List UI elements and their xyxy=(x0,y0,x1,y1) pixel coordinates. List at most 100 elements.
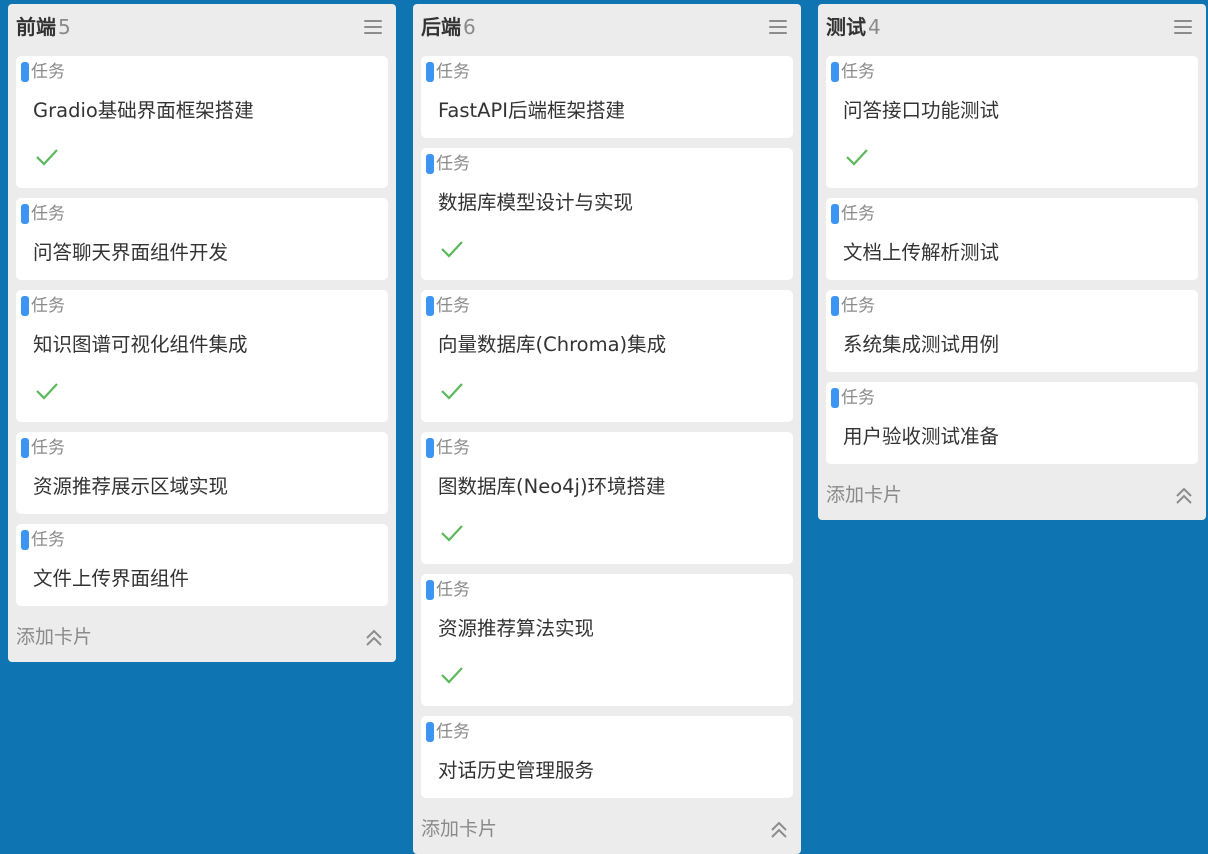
tag-label: 任务 xyxy=(436,580,470,600)
task-card[interactable]: 任务 Gradio基础界面框架搭建 xyxy=(16,56,388,188)
card-tag: 任务 xyxy=(21,294,65,318)
card-title: 问答聊天界面组件开发 xyxy=(33,241,229,264)
task-card[interactable]: 任务 问答聊天界面组件开发 xyxy=(16,198,388,280)
task-card[interactable]: 任务 FastAPI后端框架搭建 xyxy=(421,56,793,138)
card-tag: 任务 xyxy=(21,436,65,460)
task-card[interactable]: 任务 知识图谱可视化组件集成 xyxy=(16,290,388,422)
card-title: 问答接口功能测试 xyxy=(843,99,1000,122)
chevron-double-up-icon[interactable] xyxy=(769,821,789,839)
card-tag: 任务 xyxy=(426,60,470,84)
tag-label: 任务 xyxy=(841,204,875,224)
card-tag: 任务 xyxy=(426,578,470,602)
card-title: 资源推荐算法实现 xyxy=(438,617,595,640)
card-tag: 任务 xyxy=(426,436,470,460)
tag-label: 任务 xyxy=(841,296,875,316)
add-card-button[interactable]: 添加卡片 xyxy=(421,816,497,842)
chevron-double-up-icon[interactable] xyxy=(1174,487,1194,505)
tag-color-bar xyxy=(426,154,434,174)
column-title-text: 前端 xyxy=(16,15,56,39)
card-list: 任务 问答接口功能测试 任务 文档上传解析测试 任务 系统集成测试用例 任务 用… xyxy=(826,56,1198,464)
tag-label: 任务 xyxy=(841,62,875,82)
card-title: 文件上传界面组件 xyxy=(33,567,190,590)
tag-label: 任务 xyxy=(436,296,470,316)
card-tag: 任务 xyxy=(21,60,65,84)
tag-color-bar xyxy=(21,438,29,458)
card-tag: 任务 xyxy=(426,294,470,318)
tag-label: 任务 xyxy=(436,438,470,458)
tag-color-bar xyxy=(21,530,29,550)
column-frontend: 前端 5 任务 Gradio基础界面框架搭建 任务 问答聊天界面组件开发 任务 … xyxy=(8,4,396,662)
task-card[interactable]: 任务 用户验收测试准备 xyxy=(826,382,1198,464)
tag-color-bar xyxy=(426,296,434,316)
menu-icon[interactable] xyxy=(769,20,787,34)
task-card[interactable]: 任务 文档上传解析测试 xyxy=(826,198,1198,280)
tag-label: 任务 xyxy=(31,296,65,316)
check-icon xyxy=(846,149,868,166)
tag-color-bar xyxy=(21,204,29,224)
check-icon xyxy=(36,149,58,166)
card-title: 系统集成测试用例 xyxy=(843,333,1000,356)
task-card[interactable]: 任务 数据库模型设计与实现 xyxy=(421,148,793,280)
tag-label: 任务 xyxy=(436,62,470,82)
card-tag: 任务 xyxy=(831,294,875,318)
card-tag: 任务 xyxy=(831,60,875,84)
tag-color-bar xyxy=(831,62,839,82)
tag-color-bar xyxy=(21,296,29,316)
add-card-button[interactable]: 添加卡片 xyxy=(826,482,902,508)
tag-color-bar xyxy=(426,722,434,742)
tag-label: 任务 xyxy=(31,530,65,550)
card-tag: 任务 xyxy=(831,386,875,410)
tag-color-bar xyxy=(831,388,839,408)
check-icon xyxy=(36,383,58,400)
column-header: 前端 5 xyxy=(16,4,388,56)
column-count: 6 xyxy=(463,15,476,39)
card-list: 任务 Gradio基础界面框架搭建 任务 问答聊天界面组件开发 任务 知识图谱可… xyxy=(16,56,388,606)
task-card[interactable]: 任务 资源推荐算法实现 xyxy=(421,574,793,706)
card-tag: 任务 xyxy=(426,152,470,176)
check-icon xyxy=(441,241,463,258)
task-card[interactable]: 任务 问答接口功能测试 xyxy=(826,56,1198,188)
card-title: 图数据库(Neo4j)环境搭建 xyxy=(438,475,666,498)
card-title: 数据库模型设计与实现 xyxy=(438,191,634,214)
task-card[interactable]: 任务 文件上传界面组件 xyxy=(16,524,388,606)
card-title: 向量数据库(Chroma)集成 xyxy=(438,333,667,356)
column-header: 测试 4 xyxy=(826,4,1198,56)
card-list: 任务 FastAPI后端框架搭建 任务 数据库模型设计与实现 任务 向量数据库(… xyxy=(421,56,793,798)
tag-color-bar xyxy=(426,438,434,458)
card-title: 资源推荐展示区域实现 xyxy=(33,475,229,498)
chevron-double-up-icon[interactable] xyxy=(364,629,384,647)
tag-color-bar xyxy=(831,296,839,316)
menu-icon[interactable] xyxy=(1174,20,1192,34)
tag-color-bar xyxy=(426,580,434,600)
task-card[interactable]: 任务 对话历史管理服务 xyxy=(421,716,793,798)
card-title: 文档上传解析测试 xyxy=(843,241,1000,264)
card-title: FastAPI后端框架搭建 xyxy=(438,99,626,122)
check-icon xyxy=(441,525,463,542)
column-footer: 添加卡片 xyxy=(826,474,1198,520)
task-card[interactable]: 任务 向量数据库(Chroma)集成 xyxy=(421,290,793,422)
tag-label: 任务 xyxy=(31,204,65,224)
column-title[interactable]: 前端 5 xyxy=(16,14,71,40)
tag-label: 任务 xyxy=(436,154,470,174)
card-tag: 任务 xyxy=(21,202,65,226)
task-card[interactable]: 任务 系统集成测试用例 xyxy=(826,290,1198,372)
card-title: Gradio基础界面框架搭建 xyxy=(33,99,254,122)
column-title[interactable]: 测试 4 xyxy=(826,14,881,40)
column-header: 后端 6 xyxy=(421,4,793,56)
card-tag: 任务 xyxy=(426,720,470,744)
column-count: 4 xyxy=(868,15,881,39)
tag-color-bar xyxy=(426,62,434,82)
column-count: 5 xyxy=(58,15,71,39)
task-card[interactable]: 任务 资源推荐展示区域实现 xyxy=(16,432,388,514)
card-title: 用户验收测试准备 xyxy=(843,425,1000,448)
tag-color-bar xyxy=(21,62,29,82)
column-title[interactable]: 后端 6 xyxy=(421,14,476,40)
task-card[interactable]: 任务 图数据库(Neo4j)环境搭建 xyxy=(421,432,793,564)
card-title: 对话历史管理服务 xyxy=(438,759,595,782)
column-backend: 后端 6 任务 FastAPI后端框架搭建 任务 数据库模型设计与实现 任务 向… xyxy=(413,4,801,854)
add-card-button[interactable]: 添加卡片 xyxy=(16,624,92,650)
card-title: 知识图谱可视化组件集成 xyxy=(33,333,248,356)
column-footer: 添加卡片 xyxy=(16,616,388,662)
menu-icon[interactable] xyxy=(364,20,382,34)
tag-label: 任务 xyxy=(436,722,470,742)
